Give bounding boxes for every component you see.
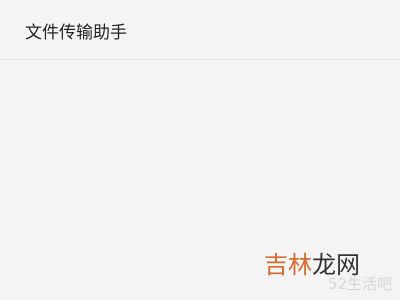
chat-title: 文件传输助手: [25, 23, 127, 43]
watermark-subtext: 52生活吧: [327, 275, 392, 293]
chat-title-bar: 文件传输助手: [0, 0, 400, 60]
watermark-text-orange: 吉林: [264, 251, 312, 279]
chat-window: 文件传输助手 吉林龙网 52生活吧: [0, 0, 400, 300]
